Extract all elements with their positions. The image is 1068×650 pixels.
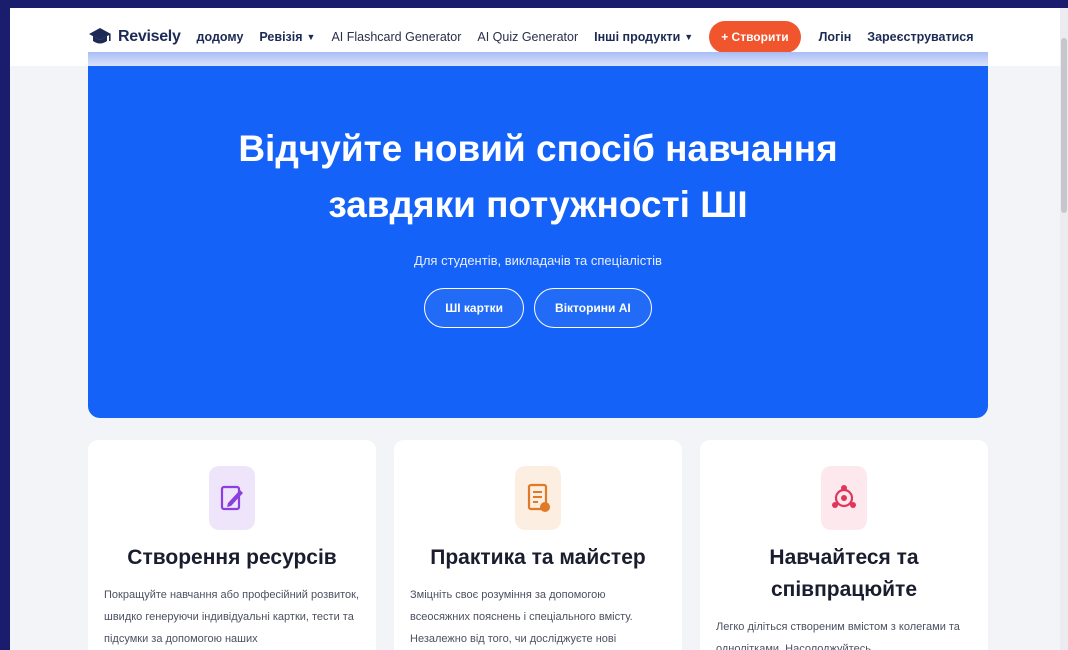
edit-note-icon [209, 466, 255, 530]
page-scrollbar[interactable] [1060, 8, 1068, 650]
create-button[interactable]: + Створити [709, 21, 801, 53]
login-link[interactable]: Логін [819, 30, 852, 44]
card-text: Покращуйте навчання або професійний розв… [104, 589, 360, 645]
card-text: Легко діліться створеним вмістом з колег… [716, 621, 960, 650]
card-text: Зміцніть своє розуміння за допомогою все… [410, 589, 633, 645]
graduation-cap-icon [89, 28, 111, 44]
card-title-line1: Навчайтеся та [769, 546, 919, 569]
ai-flashcards-button[interactable]: ШІ картки [424, 288, 525, 328]
nav-quiz-generator-link[interactable]: AI Quiz Generator [477, 30, 578, 44]
caret-down-icon: ▼ [684, 32, 694, 42]
card-title-line2: співпрацюйте [770, 578, 917, 601]
card-title: Навчайтеся та співпрацюйте [716, 542, 972, 606]
nav-flashcard-label: AI Flashcard Generator [331, 30, 462, 44]
brand-name: Revisely [118, 28, 181, 45]
share-collab-icon [821, 466, 867, 530]
brand-logo[interactable]: Revisely [88, 25, 181, 49]
signup-link[interactable]: Зареєструватися [867, 30, 973, 44]
nav-revision-label: Ревізія [259, 30, 303, 44]
ai-quiz-button[interactable]: Вікторини AI [534, 288, 652, 328]
card-title: Створення ресурсів [127, 546, 337, 569]
caret-down-icon: ▼ [306, 32, 316, 42]
feature-card-collaborate: Навчайтеся та співпрацюйте Легко ділітьс… [700, 440, 988, 650]
feature-cards: Створення ресурсів Покращуйте навчання а… [88, 440, 988, 650]
hero-button-group: ШІ картки Вікторини AI [424, 288, 652, 328]
nav-home-label: додому [196, 30, 244, 44]
nav-other-products-dropdown[interactable]: Інші продукти ▼ [594, 30, 693, 44]
hero-title-line2: завдяки потужності ШІ [328, 184, 748, 225]
card-title: Практика та майстер [430, 546, 646, 569]
hero-title: Відчуйте новий спосіб навчання завдяки п… [218, 121, 858, 233]
document-check-icon [515, 466, 561, 530]
hero-subtitle: Для студентів, викладачів та спеціалісті… [414, 253, 662, 268]
nav-flashcard-generator-link[interactable]: AI Flashcard Generator [331, 30, 461, 44]
feature-card-practice: Практика та майстер Зміцніть своє розумі… [394, 440, 682, 650]
nav-home-link[interactable]: додому [197, 30, 244, 44]
feature-card-create: Створення ресурсів Покращуйте навчання а… [88, 440, 376, 650]
nav-other-products-label: Інші продукти [594, 30, 681, 44]
nav-revision-dropdown[interactable]: Ревізія ▼ [259, 30, 315, 44]
scrollbar-thumb[interactable] [1061, 38, 1067, 213]
browser-viewport: Revisely додому Ревізія ▼ AI Flashcard G… [10, 8, 1068, 650]
hero-title-line1: Відчуйте новий спосіб навчання [238, 128, 838, 169]
nav-quiz-label: AI Quiz Generator [477, 30, 579, 44]
hero-banner: Відчуйте новий спосіб навчання завдяки п… [88, 66, 988, 418]
